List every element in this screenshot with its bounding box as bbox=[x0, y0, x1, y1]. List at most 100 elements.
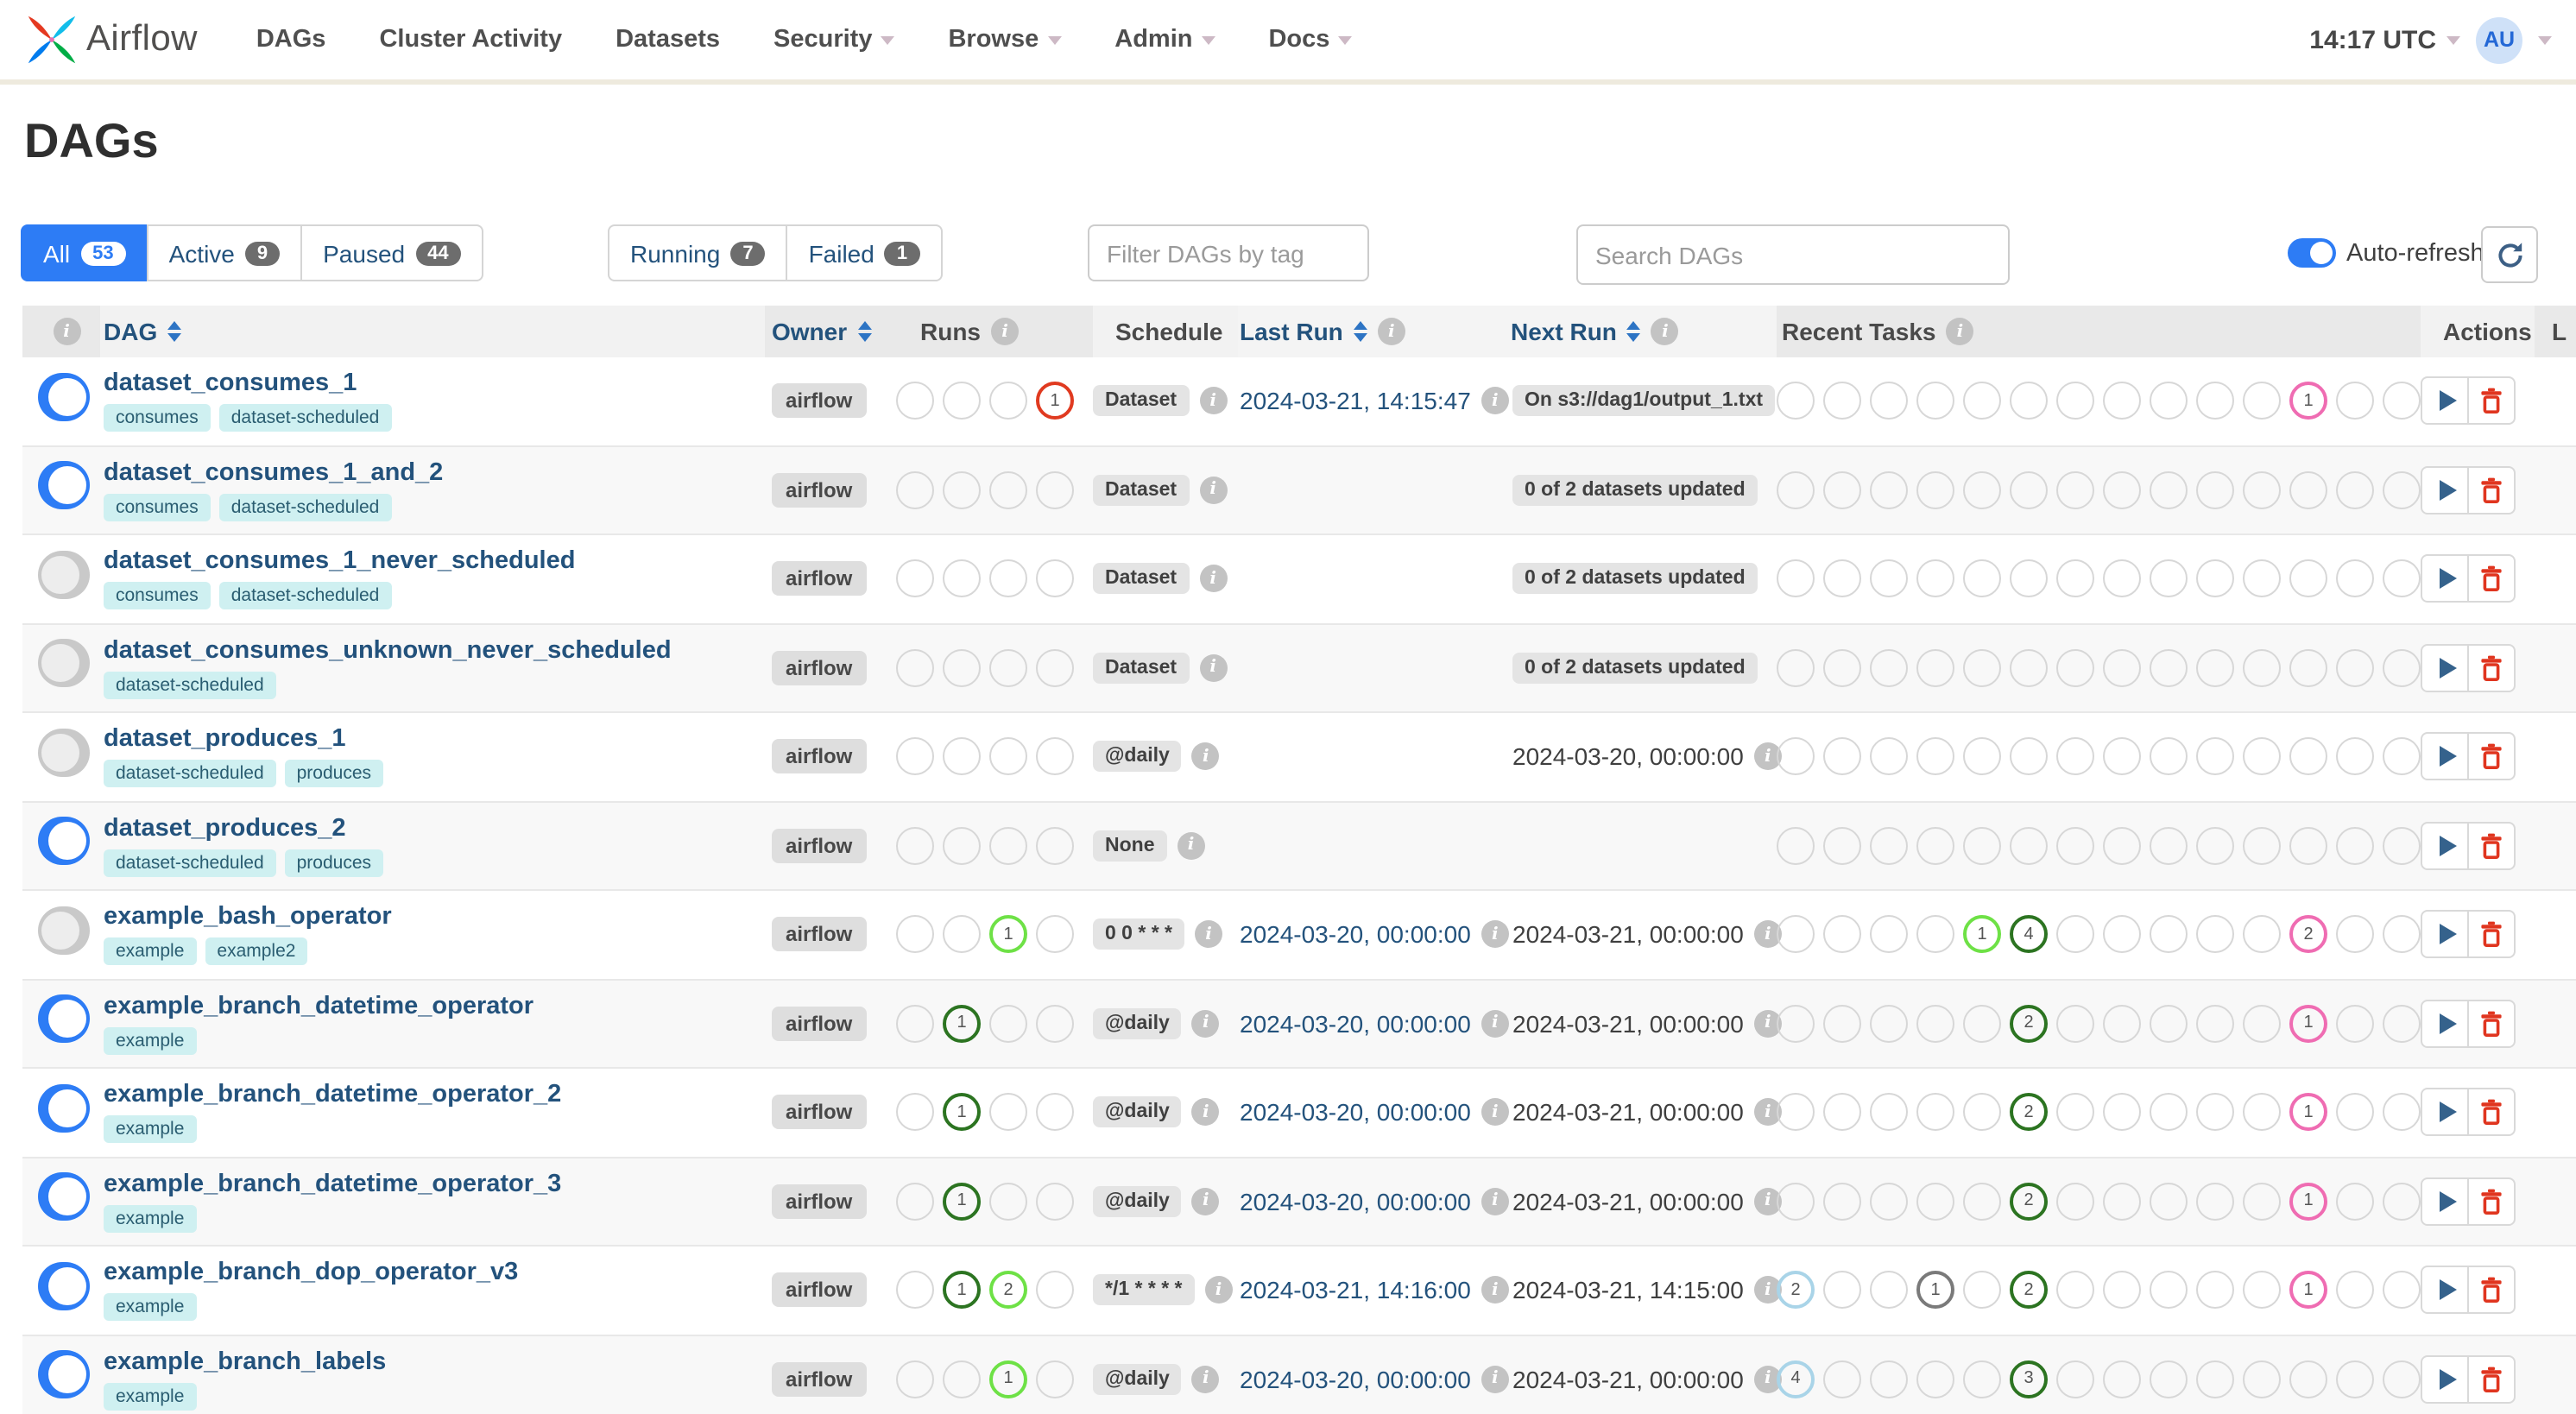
task-state-circle[interactable] bbox=[2243, 382, 2281, 420]
dag-tag[interactable]: dataset-scheduled bbox=[104, 760, 276, 788]
task-state-circle[interactable] bbox=[2103, 648, 2141, 687]
trigger-dag-button[interactable] bbox=[2421, 465, 2469, 514]
last-run-link[interactable]: 2024-03-20, 00:00:00 bbox=[1240, 1099, 1471, 1127]
task-state-circle[interactable] bbox=[2196, 1271, 2234, 1310]
sort-next-run[interactable]: Next Run bbox=[1511, 318, 1641, 345]
task-state-circle[interactable] bbox=[2336, 382, 2374, 420]
task-state-circle[interactable] bbox=[1823, 382, 1861, 420]
task-state-circle[interactable]: 2 bbox=[1777, 1271, 1815, 1310]
task-state-circle[interactable] bbox=[2010, 559, 2048, 598]
task-state-circle[interactable] bbox=[1823, 737, 1861, 776]
task-state-circle[interactable] bbox=[2103, 737, 2141, 776]
task-state-circle[interactable] bbox=[1870, 1182, 1908, 1221]
delete-dag-button[interactable] bbox=[2467, 910, 2516, 959]
task-state-circle[interactable] bbox=[1963, 382, 2001, 420]
run-state-circle[interactable] bbox=[989, 1093, 1027, 1132]
info-icon[interactable]: i bbox=[1377, 318, 1405, 345]
task-state-circle[interactable] bbox=[1823, 915, 1861, 954]
owner-badge[interactable]: airflow bbox=[772, 1095, 867, 1130]
dag-pause-toggle[interactable] bbox=[38, 461, 90, 510]
task-state-circle[interactable] bbox=[2336, 1271, 2374, 1310]
trigger-dag-button[interactable] bbox=[2421, 1266, 2469, 1315]
task-state-circle[interactable]: 2 bbox=[2010, 1004, 2048, 1043]
dag-link[interactable]: dataset_consumes_1_and_2 bbox=[104, 459, 765, 487]
task-state-circle[interactable] bbox=[1777, 1182, 1815, 1221]
task-state-circle[interactable] bbox=[2289, 826, 2327, 865]
dag-link[interactable]: example_branch_dop_operator_v3 bbox=[104, 1259, 765, 1287]
delete-dag-button[interactable] bbox=[2467, 465, 2516, 514]
info-icon[interactable]: i bbox=[1199, 476, 1228, 504]
run-state-circle[interactable] bbox=[943, 648, 981, 687]
owner-badge[interactable]: airflow bbox=[772, 828, 867, 863]
owner-badge[interactable]: airflow bbox=[772, 383, 867, 419]
task-state-circle[interactable] bbox=[1916, 1004, 1954, 1043]
trigger-dag-button[interactable] bbox=[2421, 1354, 2469, 1404]
task-state-circle[interactable] bbox=[2056, 382, 2094, 420]
task-state-circle[interactable] bbox=[2336, 737, 2374, 776]
dag-pause-toggle[interactable] bbox=[38, 1261, 90, 1310]
task-state-circle[interactable] bbox=[2103, 470, 2141, 509]
task-state-circle[interactable] bbox=[2056, 648, 2094, 687]
run-state-circle[interactable] bbox=[1036, 1360, 1074, 1398]
task-state-circle[interactable] bbox=[1870, 559, 1908, 598]
run-state-circle[interactable] bbox=[1036, 1182, 1074, 1221]
run-state-circle[interactable] bbox=[896, 1004, 934, 1043]
run-state-circle[interactable]: 1 bbox=[989, 915, 1027, 954]
task-state-circle[interactable] bbox=[2103, 1004, 2141, 1043]
task-state-circle[interactable] bbox=[2383, 1271, 2421, 1310]
run-state-circle[interactable] bbox=[896, 648, 934, 687]
task-state-circle[interactable] bbox=[1870, 1093, 1908, 1132]
task-state-circle[interactable]: 1 bbox=[2289, 1004, 2327, 1043]
run-state-circle[interactable] bbox=[1036, 1093, 1074, 1132]
owner-badge[interactable]: airflow bbox=[772, 561, 867, 597]
task-state-circle[interactable] bbox=[1777, 737, 1815, 776]
task-state-circle[interactable] bbox=[2336, 559, 2374, 598]
task-state-circle[interactable] bbox=[2196, 1360, 2234, 1398]
run-state-circle[interactable] bbox=[943, 470, 981, 509]
run-state-circle[interactable] bbox=[1036, 1271, 1074, 1310]
task-state-circle[interactable] bbox=[2150, 1182, 2188, 1221]
run-state-circle[interactable] bbox=[943, 737, 981, 776]
run-state-circle[interactable] bbox=[896, 1182, 934, 1221]
run-state-circle[interactable] bbox=[989, 1182, 1027, 1221]
task-state-circle[interactable] bbox=[2196, 382, 2234, 420]
task-state-circle[interactable] bbox=[1777, 648, 1815, 687]
task-state-circle[interactable] bbox=[2336, 826, 2374, 865]
run-state-circle[interactable]: 1 bbox=[943, 1271, 981, 1310]
delete-dag-button[interactable] bbox=[2467, 376, 2516, 426]
task-state-circle[interactable]: 1 bbox=[1963, 915, 2001, 954]
task-state-circle[interactable] bbox=[2336, 1182, 2374, 1221]
filter-tab-active[interactable]: Active 9 bbox=[146, 224, 303, 281]
auto-refresh-toggle[interactable] bbox=[2288, 238, 2336, 268]
run-state-circle[interactable] bbox=[896, 1271, 934, 1310]
last-run-link[interactable]: 2024-03-20, 00:00:00 bbox=[1240, 1366, 1471, 1393]
info-icon[interactable]: i bbox=[1481, 1187, 1509, 1215]
task-state-circle[interactable] bbox=[2336, 1360, 2374, 1398]
sort-last-run[interactable]: Last Run bbox=[1240, 318, 1367, 345]
delete-dag-button[interactable] bbox=[2467, 643, 2516, 692]
dag-link[interactable]: example_branch_datetime_operator bbox=[104, 993, 765, 1020]
task-state-circle[interactable] bbox=[2383, 1004, 2421, 1043]
task-state-circle[interactable] bbox=[2150, 648, 2188, 687]
task-state-circle[interactable] bbox=[1963, 1360, 2001, 1398]
task-state-circle[interactable]: 4 bbox=[1777, 1360, 1815, 1398]
dag-pause-toggle[interactable] bbox=[38, 1172, 90, 1221]
nav-docs[interactable]: Docs bbox=[1268, 26, 1353, 54]
task-state-circle[interactable] bbox=[1963, 1093, 2001, 1132]
task-state-circle[interactable] bbox=[2056, 1093, 2094, 1132]
task-state-circle[interactable]: 2 bbox=[2010, 1182, 2048, 1221]
owner-badge[interactable]: airflow bbox=[772, 1006, 867, 1041]
task-state-circle[interactable] bbox=[1963, 648, 2001, 687]
dag-tag[interactable]: example bbox=[104, 1382, 197, 1411]
task-state-circle[interactable]: 2 bbox=[2010, 1271, 2048, 1310]
task-state-circle[interactable] bbox=[2383, 1360, 2421, 1398]
delete-dag-button[interactable] bbox=[2467, 1354, 2516, 1404]
nav-browse[interactable]: Browse bbox=[948, 26, 1062, 54]
task-state-circle[interactable] bbox=[2010, 826, 2048, 865]
refresh-button[interactable] bbox=[2481, 226, 2538, 283]
run-state-circle[interactable]: 1 bbox=[989, 1360, 1027, 1398]
trigger-dag-button[interactable] bbox=[2421, 910, 2469, 959]
dag-pause-toggle[interactable] bbox=[38, 906, 90, 955]
filter-tab-failed[interactable]: Failed 1 bbox=[786, 224, 943, 281]
task-state-circle[interactable] bbox=[2056, 826, 2094, 865]
